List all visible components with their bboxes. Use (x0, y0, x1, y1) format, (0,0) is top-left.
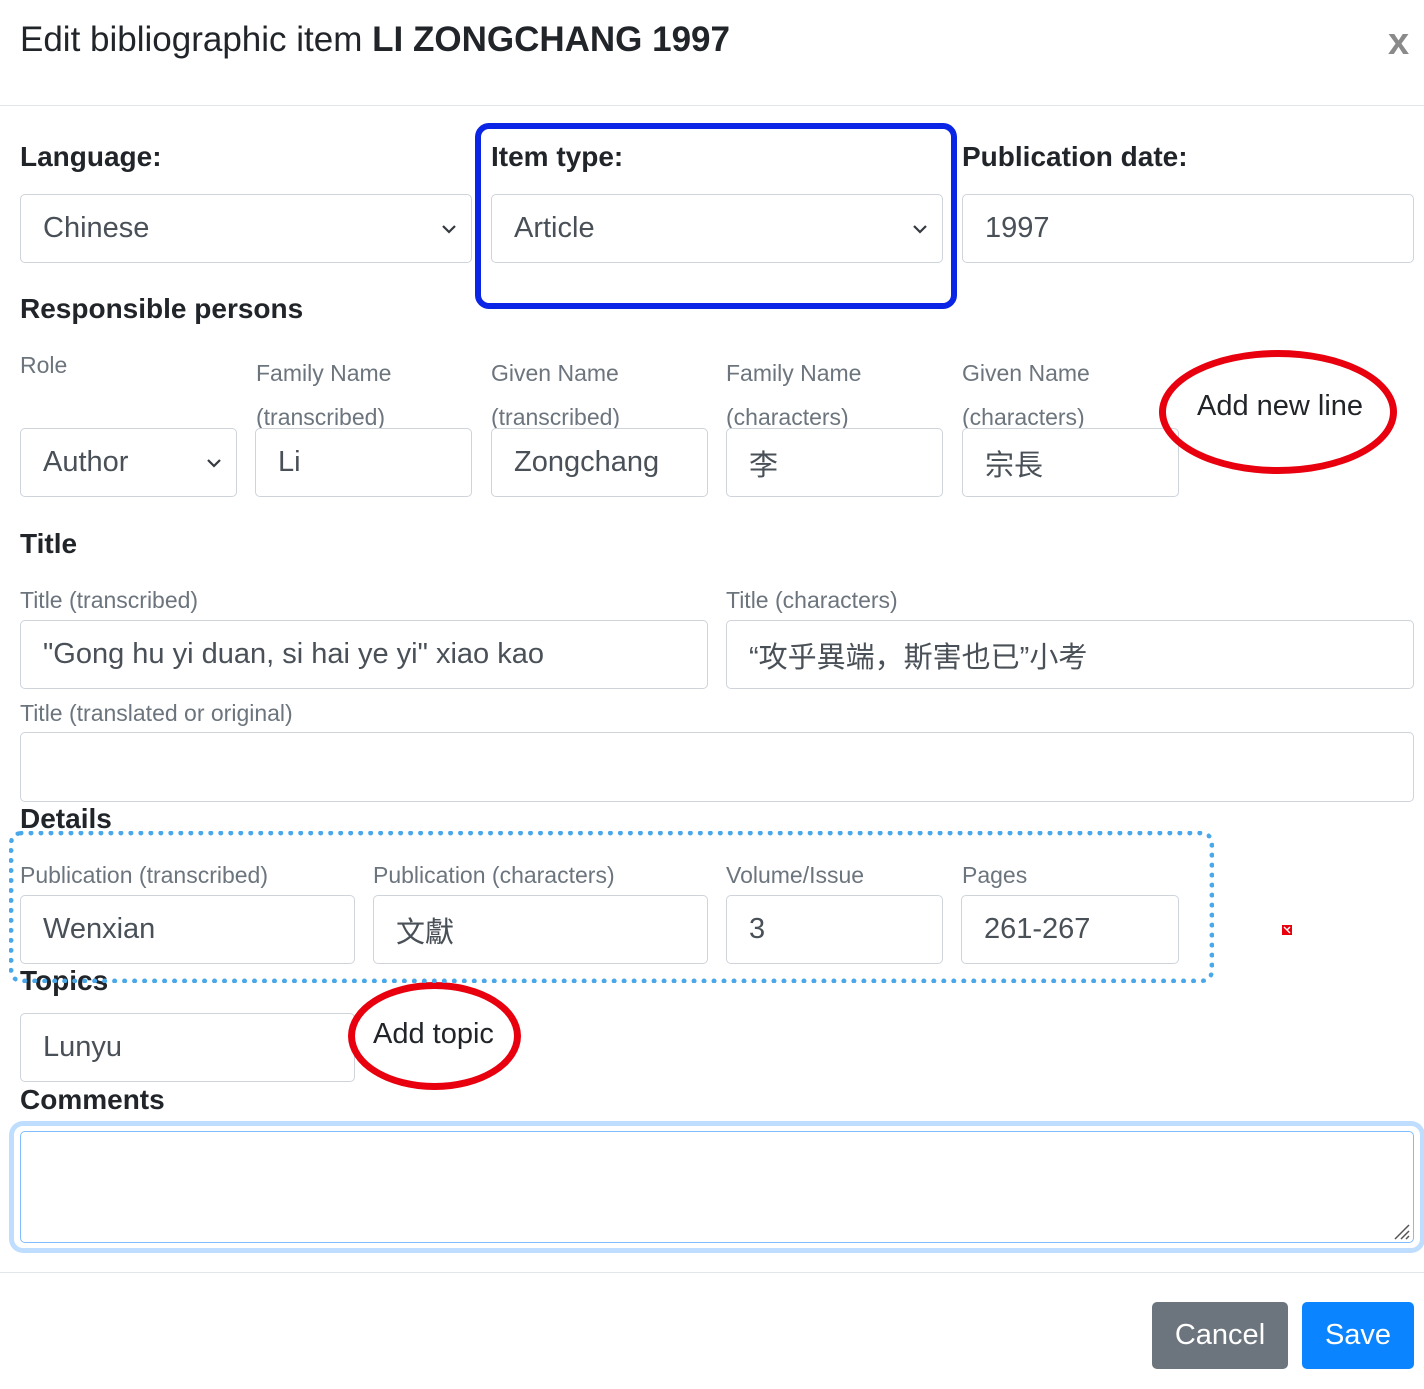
given-characters-column-header: Given Name (characters) (962, 360, 1090, 430)
family-transcribed-column-header: Family Name (transcribed) (256, 360, 392, 430)
role-select[interactable]: Author (20, 428, 237, 497)
family-characters-column-header: Family Name (characters) (726, 360, 862, 430)
add-new-line-highlight-ellipse (1159, 350, 1397, 474)
role-select-value: Author (43, 446, 129, 478)
language-select-value: Chinese (43, 212, 150, 244)
title-heading: Title (20, 528, 78, 559)
family-name-transcribed-input[interactable]: Li (255, 428, 472, 497)
comments-textarea[interactable] (20, 1131, 1414, 1243)
close-button[interactable]: x (1388, 20, 1409, 64)
role-column-header: Role (20, 352, 68, 378)
family-name-characters-input[interactable]: 李 (726, 428, 943, 497)
save-button[interactable]: Save (1302, 1302, 1414, 1369)
chevron-down-icon (442, 224, 456, 234)
comments-heading: Comments (20, 1084, 165, 1115)
modal-title-prefix: Edit bibliographic item (20, 20, 363, 59)
language-label: Language: (20, 141, 162, 172)
header-divider (0, 105, 1424, 106)
title-transcribed-input[interactable]: "Gong hu yi duan, si hai ye yi" xiao kao (20, 620, 708, 689)
details-highlight-box (9, 831, 1214, 983)
cancel-button[interactable]: Cancel (1152, 1302, 1288, 1369)
language-select[interactable]: Chinese (20, 194, 472, 263)
item-type-highlight-box (475, 123, 957, 309)
chevron-down-icon (207, 458, 221, 468)
publication-date-label: Publication date: (962, 141, 1188, 172)
modal-title: Edit bibliographic item LI ZONGCHANG 199… (20, 18, 730, 62)
publication-date-input[interactable]: 1997 (962, 194, 1414, 263)
modal-title-item: LI ZONGCHANG 1997 (372, 20, 730, 59)
error-marker-icon (1282, 925, 1292, 935)
given-transcribed-column-header: Given Name (transcribed) (491, 360, 621, 430)
resize-handle-icon[interactable] (1390, 1220, 1410, 1240)
title-characters-input[interactable]: “攻乎異端，斯害也已”小考 (726, 620, 1414, 689)
given-name-transcribed-input[interactable]: Zongchang (491, 428, 708, 497)
given-name-characters-input[interactable]: 宗長 (962, 428, 1179, 497)
title-translated-input[interactable] (20, 732, 1414, 802)
responsible-persons-heading: Responsible persons (20, 293, 304, 324)
title-characters-label: Title (characters) (726, 587, 898, 613)
title-translated-label: Title (translated or original) (20, 700, 293, 726)
footer-divider (0, 1272, 1424, 1273)
topic-input[interactable]: Lunyu (20, 1013, 355, 1082)
add-topic-highlight-ellipse (348, 982, 521, 1090)
title-transcribed-label: Title (transcribed) (20, 587, 199, 613)
